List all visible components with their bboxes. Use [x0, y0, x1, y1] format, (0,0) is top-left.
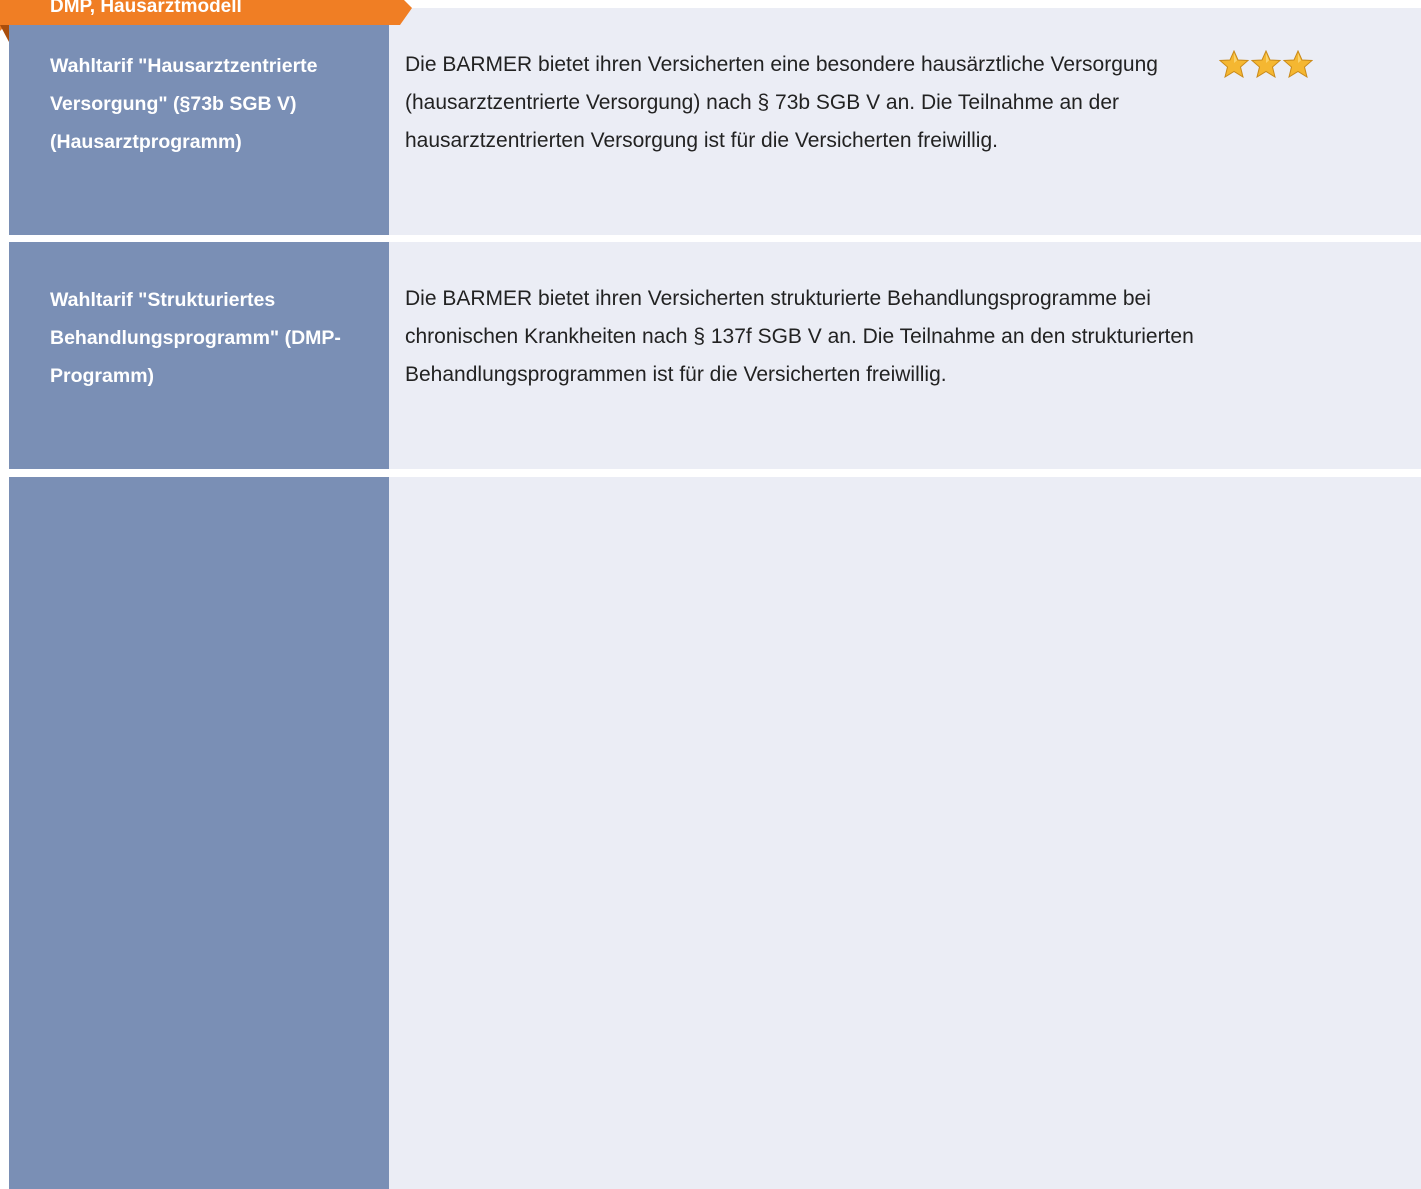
star-icon — [1251, 50, 1281, 78]
star-icon — [1219, 50, 1249, 78]
row-label-cell: Wahltarif "Hausarztzentrierte Versorgung… — [9, 8, 389, 235]
star-icon — [1283, 50, 1313, 78]
section-tab: DMP, Hausarztmodell — [0, 0, 412, 42]
table-row: Wahltarif "Hausarztzentrierte Versorgung… — [9, 8, 1421, 235]
row-label: Wahltarif "Hausarztzentrierte Versorgung… — [50, 55, 318, 153]
page: DMP, Hausarztmodell Wahltarif "Hausarztz… — [0, 0, 1421, 1189]
row-label: Wahltarif "Strukturiertes Behandlungspro… — [50, 289, 341, 387]
star-rating — [1219, 50, 1313, 78]
row-content-cell: Die BARMER bietet ihren Versicherten str… — [389, 242, 1421, 469]
row-content-cell: Die BARMER bietet ihren Versicherten ein… — [389, 8, 1421, 235]
row-content-cell — [389, 477, 1421, 1189]
row-label-cell: Wahltarif "Strukturiertes Behandlungspro… — [9, 242, 389, 469]
row-description: Die BARMER bietet ihren Versicherten ein… — [405, 53, 1158, 152]
table-row: Wahltarif "Strukturiertes Behandlungspro… — [9, 242, 1421, 469]
row-label-cell — [9, 477, 389, 1189]
table-row — [9, 477, 1421, 1189]
row-description: Die BARMER bietet ihren Versicherten str… — [405, 287, 1194, 386]
section-title: DMP, Hausarztmodell — [50, 0, 242, 17]
